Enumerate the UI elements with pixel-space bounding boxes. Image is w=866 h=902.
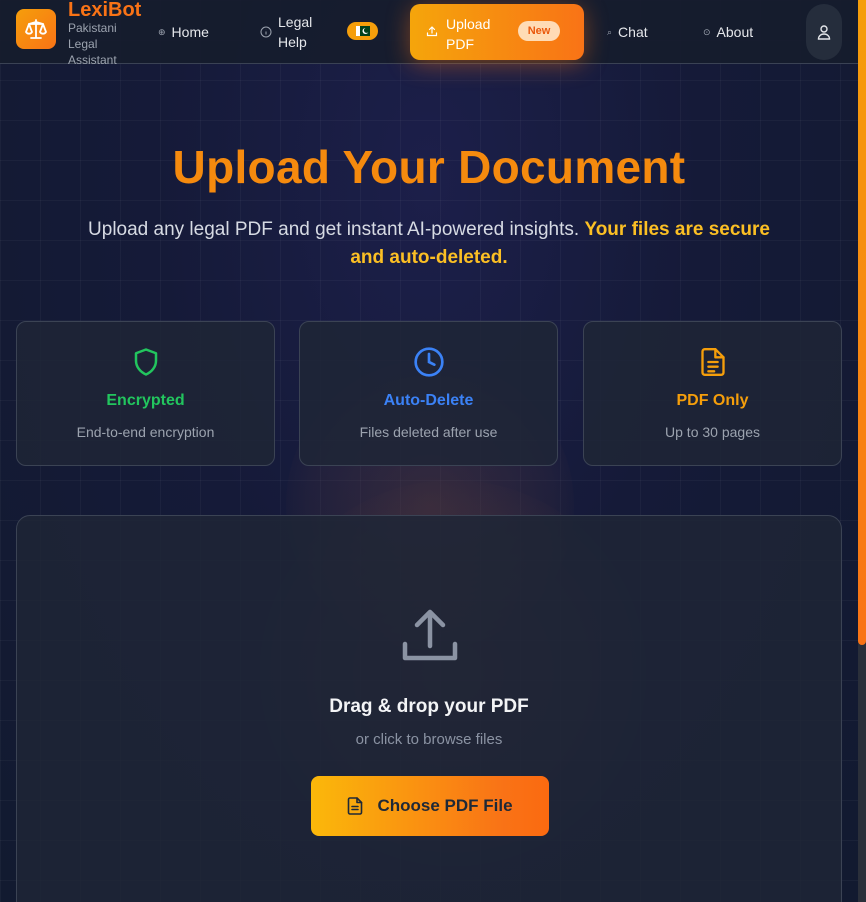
logo[interactable] <box>16 9 56 49</box>
chat-icon: ⌕ <box>607 27 613 37</box>
shield-icon <box>134 348 157 376</box>
feature-title: PDF Only <box>676 392 749 409</box>
feature-card-pdf-only: PDF Only Up to 30 pages <box>583 321 842 466</box>
choose-pdf-button-label: Choose PDF File <box>377 796 513 815</box>
globe-icon: ⊕ <box>158 27 166 37</box>
brand-tagline: Pakistani Legal Assistant <box>68 21 117 67</box>
brand-name[interactable]: LexiBot <box>68 0 141 22</box>
dropzone-title: Drag & drop your PDF <box>329 696 529 717</box>
nav-legal-help[interactable]: Legal Help <box>260 12 318 52</box>
nav-about[interactable]: ⊙ About <box>703 22 753 42</box>
subtitle-text: Upload any legal PDF and get instant AI-… <box>88 219 580 240</box>
nav-home-label: Home <box>171 24 209 40</box>
choose-pdf-button[interactable]: Choose PDF File <box>311 776 549 836</box>
top-navbar: LexiBot Pakistani Legal Assistant ⊕ Home… <box>0 0 858 67</box>
scrollbar-thumb[interactable] <box>858 0 866 645</box>
upload-icon <box>402 609 458 661</box>
nav-legal-help-label: Legal Help <box>278 14 313 50</box>
about-icon: ⊙ <box>703 27 711 37</box>
dropzone-subtitle: or click to browse files <box>355 731 503 748</box>
feature-description: End-to-end encryption <box>76 424 215 440</box>
file-icon <box>348 797 363 815</box>
upload-icon <box>426 26 438 37</box>
nav-chat-label: Chat <box>618 24 648 40</box>
nav-upload-pdf-label: Upload PDF <box>446 16 491 52</box>
nav-home[interactable]: ⊕ Home <box>158 22 209 42</box>
feature-card-encrypted: Encrypted End-to-end encryption <box>16 321 275 466</box>
feature-title: Auto-Delete <box>383 392 474 409</box>
feature-card-auto-delete: Auto-Delete Files deleted after use <box>299 321 558 466</box>
page-subtitle: Upload any legal PDF and get instant AI-… <box>80 216 778 272</box>
pdf-dropzone[interactable]: Drag & drop your PDF or click to browse … <box>16 515 842 902</box>
pakistan-flag-icon <box>355 26 370 36</box>
pakistan-flag-badge <box>347 22 378 40</box>
scrollbar[interactable] <box>858 0 866 902</box>
feature-description: Files deleted after use <box>359 424 498 440</box>
new-badge: New <box>518 21 560 41</box>
nav-about-label: About <box>716 24 754 40</box>
page-title: Upload Your Document <box>172 141 686 193</box>
scales-icon <box>25 19 47 39</box>
feature-description: Up to 30 pages <box>665 424 760 440</box>
info-icon <box>260 26 272 38</box>
document-icon <box>700 347 725 376</box>
nav-chat[interactable]: ⌕ Chat <box>607 22 648 42</box>
user-icon <box>817 25 831 40</box>
clock-icon <box>413 347 444 377</box>
feature-title: Encrypted <box>106 392 185 409</box>
user-menu-button[interactable] <box>806 4 842 60</box>
